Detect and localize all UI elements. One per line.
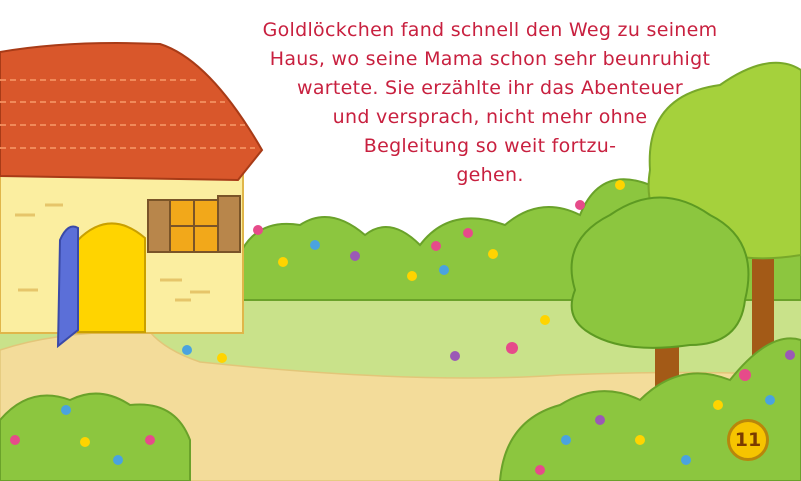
story-line: Haus, wo seine Mama schon sehr beunruhig…	[269, 48, 711, 70]
right-shutter	[217, 195, 241, 253]
story-line: wartete. Sie erzählte ihr das Abenteuer	[296, 77, 684, 99]
open-door	[56, 225, 79, 349]
doorway	[77, 222, 146, 333]
story-text: Goldlöckchen fand schnell den Weg zu sei…	[190, 16, 790, 190]
story-line: Goldlöckchen fand schnell den Weg zu sei…	[262, 19, 718, 41]
storybook-page: Goldlöckchen fand schnell den Weg zu sei…	[0, 0, 801, 481]
story-line: Begleitung so weit fortzu-	[363, 135, 617, 157]
left-shutter	[147, 199, 171, 253]
page-number-badge[interactable]: 11	[727, 419, 769, 461]
story-line: und versprach, nicht mehr ohne	[332, 106, 648, 128]
story-line: gehen.	[456, 164, 524, 186]
